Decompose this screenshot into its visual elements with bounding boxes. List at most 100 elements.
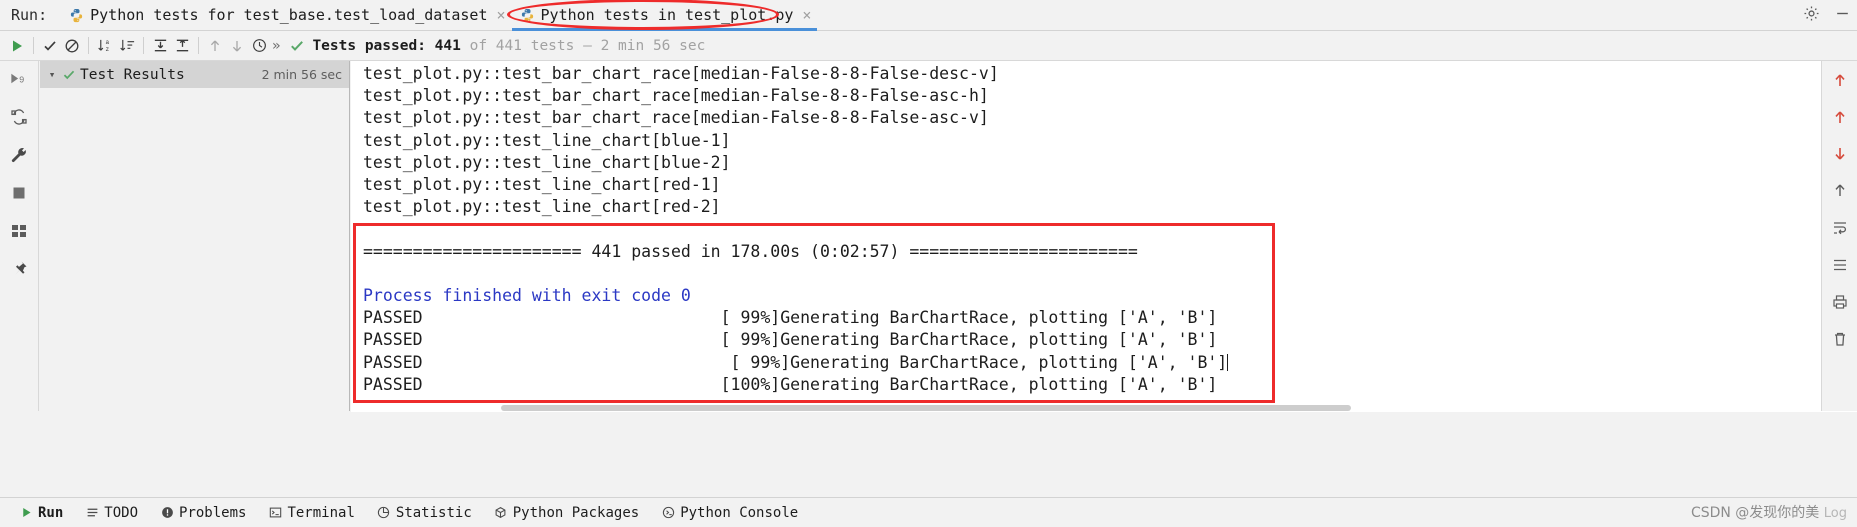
toolbar-separator — [143, 37, 144, 54]
stop-icon[interactable] — [7, 181, 31, 205]
status-bar-item-todo[interactable]: TODO — [74, 498, 149, 527]
layout-icon[interactable] — [7, 219, 31, 243]
toolbar-separator — [33, 37, 34, 54]
check-icon — [62, 68, 76, 82]
console-right-rail — [1821, 61, 1857, 411]
history-icon[interactable] — [248, 35, 270, 57]
status-bar-item-statistic[interactable]: Statistic — [366, 498, 483, 527]
minimize-icon[interactable] — [1834, 5, 1851, 26]
console-line[interactable]: test_plot.py::test_bar_chart_race[median… — [351, 63, 1857, 85]
status-bar-item-label: TODO — [104, 504, 139, 521]
check-icon — [286, 35, 308, 57]
console-line-passed: PASSED [ 99%]Generating BarChartRace, pl… — [351, 352, 1857, 374]
console-line[interactable]: test_plot.py::test_bar_chart_race[median… — [351, 107, 1857, 129]
console-line[interactable]: test_plot.py::test_line_chart[blue-1] — [351, 130, 1857, 152]
run-icon — [19, 506, 33, 520]
status-bar-item-terminal[interactable]: Terminal — [257, 498, 365, 527]
tab-python-tests-test-base[interactable]: Python tests for test_base.test_load_dat… — [61, 0, 511, 31]
tab-label: Python tests for test_base.test_load_dat… — [90, 6, 488, 24]
console-output[interactable]: test_plot.py::test_bar_chart_race[median… — [351, 61, 1857, 411]
rerun-failed-icon[interactable] — [7, 105, 31, 129]
window-buttons — [1803, 0, 1851, 31]
tab-python-tests-test-plot[interactable]: Python tests in test_plot.py × — [511, 0, 818, 31]
status-bar-item-label: Problems — [179, 504, 247, 521]
tab-close-icon[interactable]: × — [802, 7, 811, 23]
console-line[interactable]: test_plot.py::test_line_chart[blue-2] — [351, 152, 1857, 174]
test-status-text: Tests passed: 441 of 441 tests – 2 min 5… — [312, 38, 705, 54]
python-test-icon — [520, 8, 535, 23]
packages-icon — [494, 506, 508, 520]
status-bar: Run TODO Problems Terminal Statistic Pyt… — [0, 497, 1857, 527]
svg-text:a: a — [105, 39, 109, 46]
previous-failed-icon[interactable] — [204, 35, 226, 57]
wrench-settings-icon[interactable] — [7, 143, 31, 167]
sort-by-duration-icon[interactable] — [116, 35, 138, 57]
pin-icon[interactable] — [7, 257, 31, 281]
print-icon[interactable] — [1829, 291, 1851, 313]
console-line-passed-text: PASSED [ 99%]Generating BarChartRace, pl… — [363, 352, 1228, 372]
status-bar-item-label: Run — [38, 504, 64, 521]
test-results-tree: ▾ Test Results 2 min 56 sec — [40, 61, 350, 411]
tab-label: Python tests in test_plot.py — [540, 6, 794, 24]
console-line-passed: PASSED [100%]Generating BarChartRace, pl… — [363, 374, 1218, 394]
next-failed-icon[interactable] — [226, 35, 248, 57]
status-bar-item-python-console[interactable]: Python Console — [650, 498, 809, 527]
problems-icon — [160, 506, 174, 520]
toolbar-overflow-icon[interactable]: » — [272, 38, 280, 54]
console-line[interactable]: test_plot.py::test_line_chart[red-2] — [351, 196, 1857, 218]
collapse-all-icon[interactable] — [171, 35, 193, 57]
status-of-total: of 441 tests — [469, 37, 575, 54]
todo-icon — [85, 506, 99, 520]
watermark-sub: Log — [1823, 506, 1847, 521]
run-tab-bar: Run: Python tests for test_base.test_loa… — [0, 0, 1857, 31]
console-line[interactable]: test_plot.py::test_line_chart[red-1] — [351, 174, 1857, 196]
console-horizontal-scrollbar[interactable] — [351, 403, 1857, 412]
scroll-to-end-icon[interactable] — [1829, 180, 1851, 202]
console-icon — [661, 506, 675, 520]
text-caret — [1227, 353, 1229, 371]
run-icon[interactable] — [6, 35, 28, 57]
status-bar-item-label: Python Packages — [512, 504, 640, 521]
console-line-summary: ====================== 441 passed in 178… — [363, 241, 1138, 261]
list-icon[interactable] — [1829, 254, 1851, 276]
trash-icon[interactable] — [1829, 328, 1851, 350]
toolbar-separator — [198, 37, 199, 54]
gear-icon[interactable] — [1803, 5, 1820, 26]
tree-row-test-results[interactable]: ▾ Test Results 2 min 56 sec — [40, 61, 349, 88]
python-test-icon — [69, 8, 84, 23]
status-duration: 2 min 56 sec — [600, 37, 706, 54]
status-bar-item-python-packages[interactable]: Python Packages — [483, 498, 650, 527]
hide-ignored-icon[interactable] — [61, 35, 83, 57]
scroll-to-top-icon[interactable] — [1829, 69, 1851, 91]
statistic-icon — [377, 506, 391, 520]
rerun-icon[interactable]: 9 — [7, 67, 31, 91]
run-toolbar: a z » Tests passed: 441 of 441 tests – 2… — [0, 31, 1857, 61]
sort-alphabetically-icon[interactable]: a z — [94, 35, 116, 57]
down-arrow-icon[interactable] — [1829, 143, 1851, 165]
console-line-passed: PASSED [ 99%]Generating BarChartRace, pl… — [363, 330, 1218, 350]
show-passed-icon[interactable] — [39, 35, 61, 57]
console-line-passed: PASSED [ 99%]Generating BarChartRace, pl… — [363, 308, 1218, 328]
console-line[interactable]: test_plot.py::test_bar_chart_race[median… — [351, 85, 1857, 107]
expand-all-icon[interactable] — [149, 35, 171, 57]
status-bar-item-problems[interactable]: Problems — [149, 498, 257, 527]
status-bar-item-label: Python Console — [680, 504, 799, 521]
svg-text:z: z — [105, 46, 109, 53]
console-lines: test_plot.py::test_bar_chart_race[median… — [351, 61, 1857, 396]
up-arrow-icon[interactable] — [1829, 106, 1851, 128]
status-bar-item-run[interactable]: Run — [8, 498, 74, 527]
status-bar-item-label: Terminal — [287, 504, 355, 521]
tab-close-icon[interactable]: × — [496, 7, 505, 23]
tree-root-duration: 2 min 56 sec — [261, 67, 342, 82]
svg-text:9: 9 — [19, 76, 24, 86]
watermark-text: CSDN @发现你的美 — [1690, 505, 1820, 521]
scrollbar-thumb[interactable] — [501, 405, 1351, 411]
toolbar-separator — [88, 37, 89, 54]
tree-root-label: Test Results — [80, 66, 185, 83]
chevron-down-icon[interactable]: ▾ — [46, 68, 58, 81]
soft-wrap-icon[interactable] — [1829, 217, 1851, 239]
run-label: Run: — [11, 6, 48, 24]
watermark: CSDN @发现你的美 Log — [1691, 502, 1847, 522]
